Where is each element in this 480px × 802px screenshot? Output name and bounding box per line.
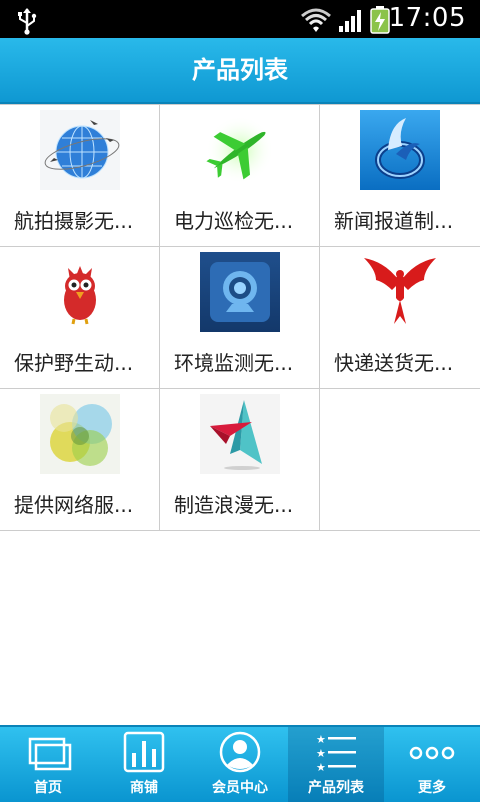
nav-label: 更多 bbox=[418, 780, 446, 796]
member-avatar-icon bbox=[219, 731, 261, 773]
wifi-icon bbox=[301, 8, 331, 32]
svg-text:★: ★ bbox=[316, 733, 326, 746]
signal-icon bbox=[339, 10, 361, 32]
product-row: 提供网络服... 制造浪漫无... bbox=[0, 389, 480, 531]
product-row: 保护野生动... 环境监测无... 快递送货无... bbox=[0, 247, 480, 389]
product-item[interactable]: 新闻报道制... bbox=[320, 105, 480, 246]
svg-text:★: ★ bbox=[316, 747, 326, 760]
product-label: 航拍摄影无... bbox=[14, 209, 134, 233]
nav-label: 产品列表 bbox=[308, 780, 364, 796]
color-circles-image bbox=[40, 394, 120, 474]
nav-member-center[interactable]: 会员中心 bbox=[192, 727, 288, 802]
nav-home[interactable]: 首页 bbox=[0, 727, 96, 802]
nav-label: 首页 bbox=[34, 780, 62, 796]
nav-label: 商铺 bbox=[130, 780, 158, 796]
product-item[interactable]: 提供网络服... bbox=[0, 389, 160, 530]
product-label: 提供网络服... bbox=[14, 493, 134, 517]
star-list-icon: ★ ★ ★ bbox=[316, 733, 356, 774]
battery-charging-icon bbox=[370, 6, 390, 34]
svg-text:★: ★ bbox=[316, 761, 326, 774]
globe-planes-image bbox=[40, 110, 120, 190]
product-label: 新闻报道制... bbox=[334, 209, 454, 233]
status-bar: 17:05 bbox=[0, 0, 480, 38]
product-label: 环境监测无... bbox=[174, 351, 294, 375]
empty-cell bbox=[320, 389, 480, 530]
red-phoenix-image bbox=[360, 252, 440, 332]
bottom-nav: 首页 商铺 会员中心 ★ ★ ★ 产品列表 更多 bbox=[0, 725, 480, 802]
product-grid: 航拍摄影无... 电力巡检无... 新闻报道制... 保护野生动... 环境监测… bbox=[0, 104, 480, 531]
paper-plane-image bbox=[200, 394, 280, 474]
blue-swirl-logo-image bbox=[360, 110, 440, 190]
shop-bars-icon bbox=[123, 731, 165, 773]
product-row: 航拍摄影无... 电力巡检无... 新闻报道制... bbox=[0, 104, 480, 247]
product-label: 制造浪漫无... bbox=[174, 493, 294, 517]
nav-more[interactable]: 更多 bbox=[384, 727, 480, 802]
status-time: 17:05 bbox=[388, 3, 466, 33]
product-item[interactable]: 制造浪漫无... bbox=[160, 389, 320, 530]
nav-shop[interactable]: 商铺 bbox=[96, 727, 192, 802]
page-title-bar: 产品列表 bbox=[0, 38, 480, 104]
page-title: 产品列表 bbox=[192, 56, 288, 84]
webcam-image bbox=[200, 252, 280, 332]
product-label: 快递送货无... bbox=[334, 351, 454, 375]
home-pages-icon bbox=[28, 737, 72, 771]
product-label: 电力巡检无... bbox=[174, 209, 294, 233]
product-label: 保护野生动... bbox=[14, 351, 134, 375]
product-item[interactable]: 快递送货无... bbox=[320, 247, 480, 388]
product-item[interactable]: 电力巡检无... bbox=[160, 105, 320, 246]
more-dots-icon bbox=[409, 746, 455, 760]
red-bird-image bbox=[40, 252, 120, 332]
product-item[interactable]: 航拍摄影无... bbox=[0, 105, 160, 246]
nav-product-list[interactable]: ★ ★ ★ 产品列表 bbox=[288, 727, 384, 802]
product-item[interactable]: 保护野生动... bbox=[0, 247, 160, 388]
green-airplane-image bbox=[200, 110, 280, 190]
usb-icon bbox=[18, 8, 37, 35]
product-item[interactable]: 环境监测无... bbox=[160, 247, 320, 388]
nav-label: 会员中心 bbox=[212, 780, 268, 796]
